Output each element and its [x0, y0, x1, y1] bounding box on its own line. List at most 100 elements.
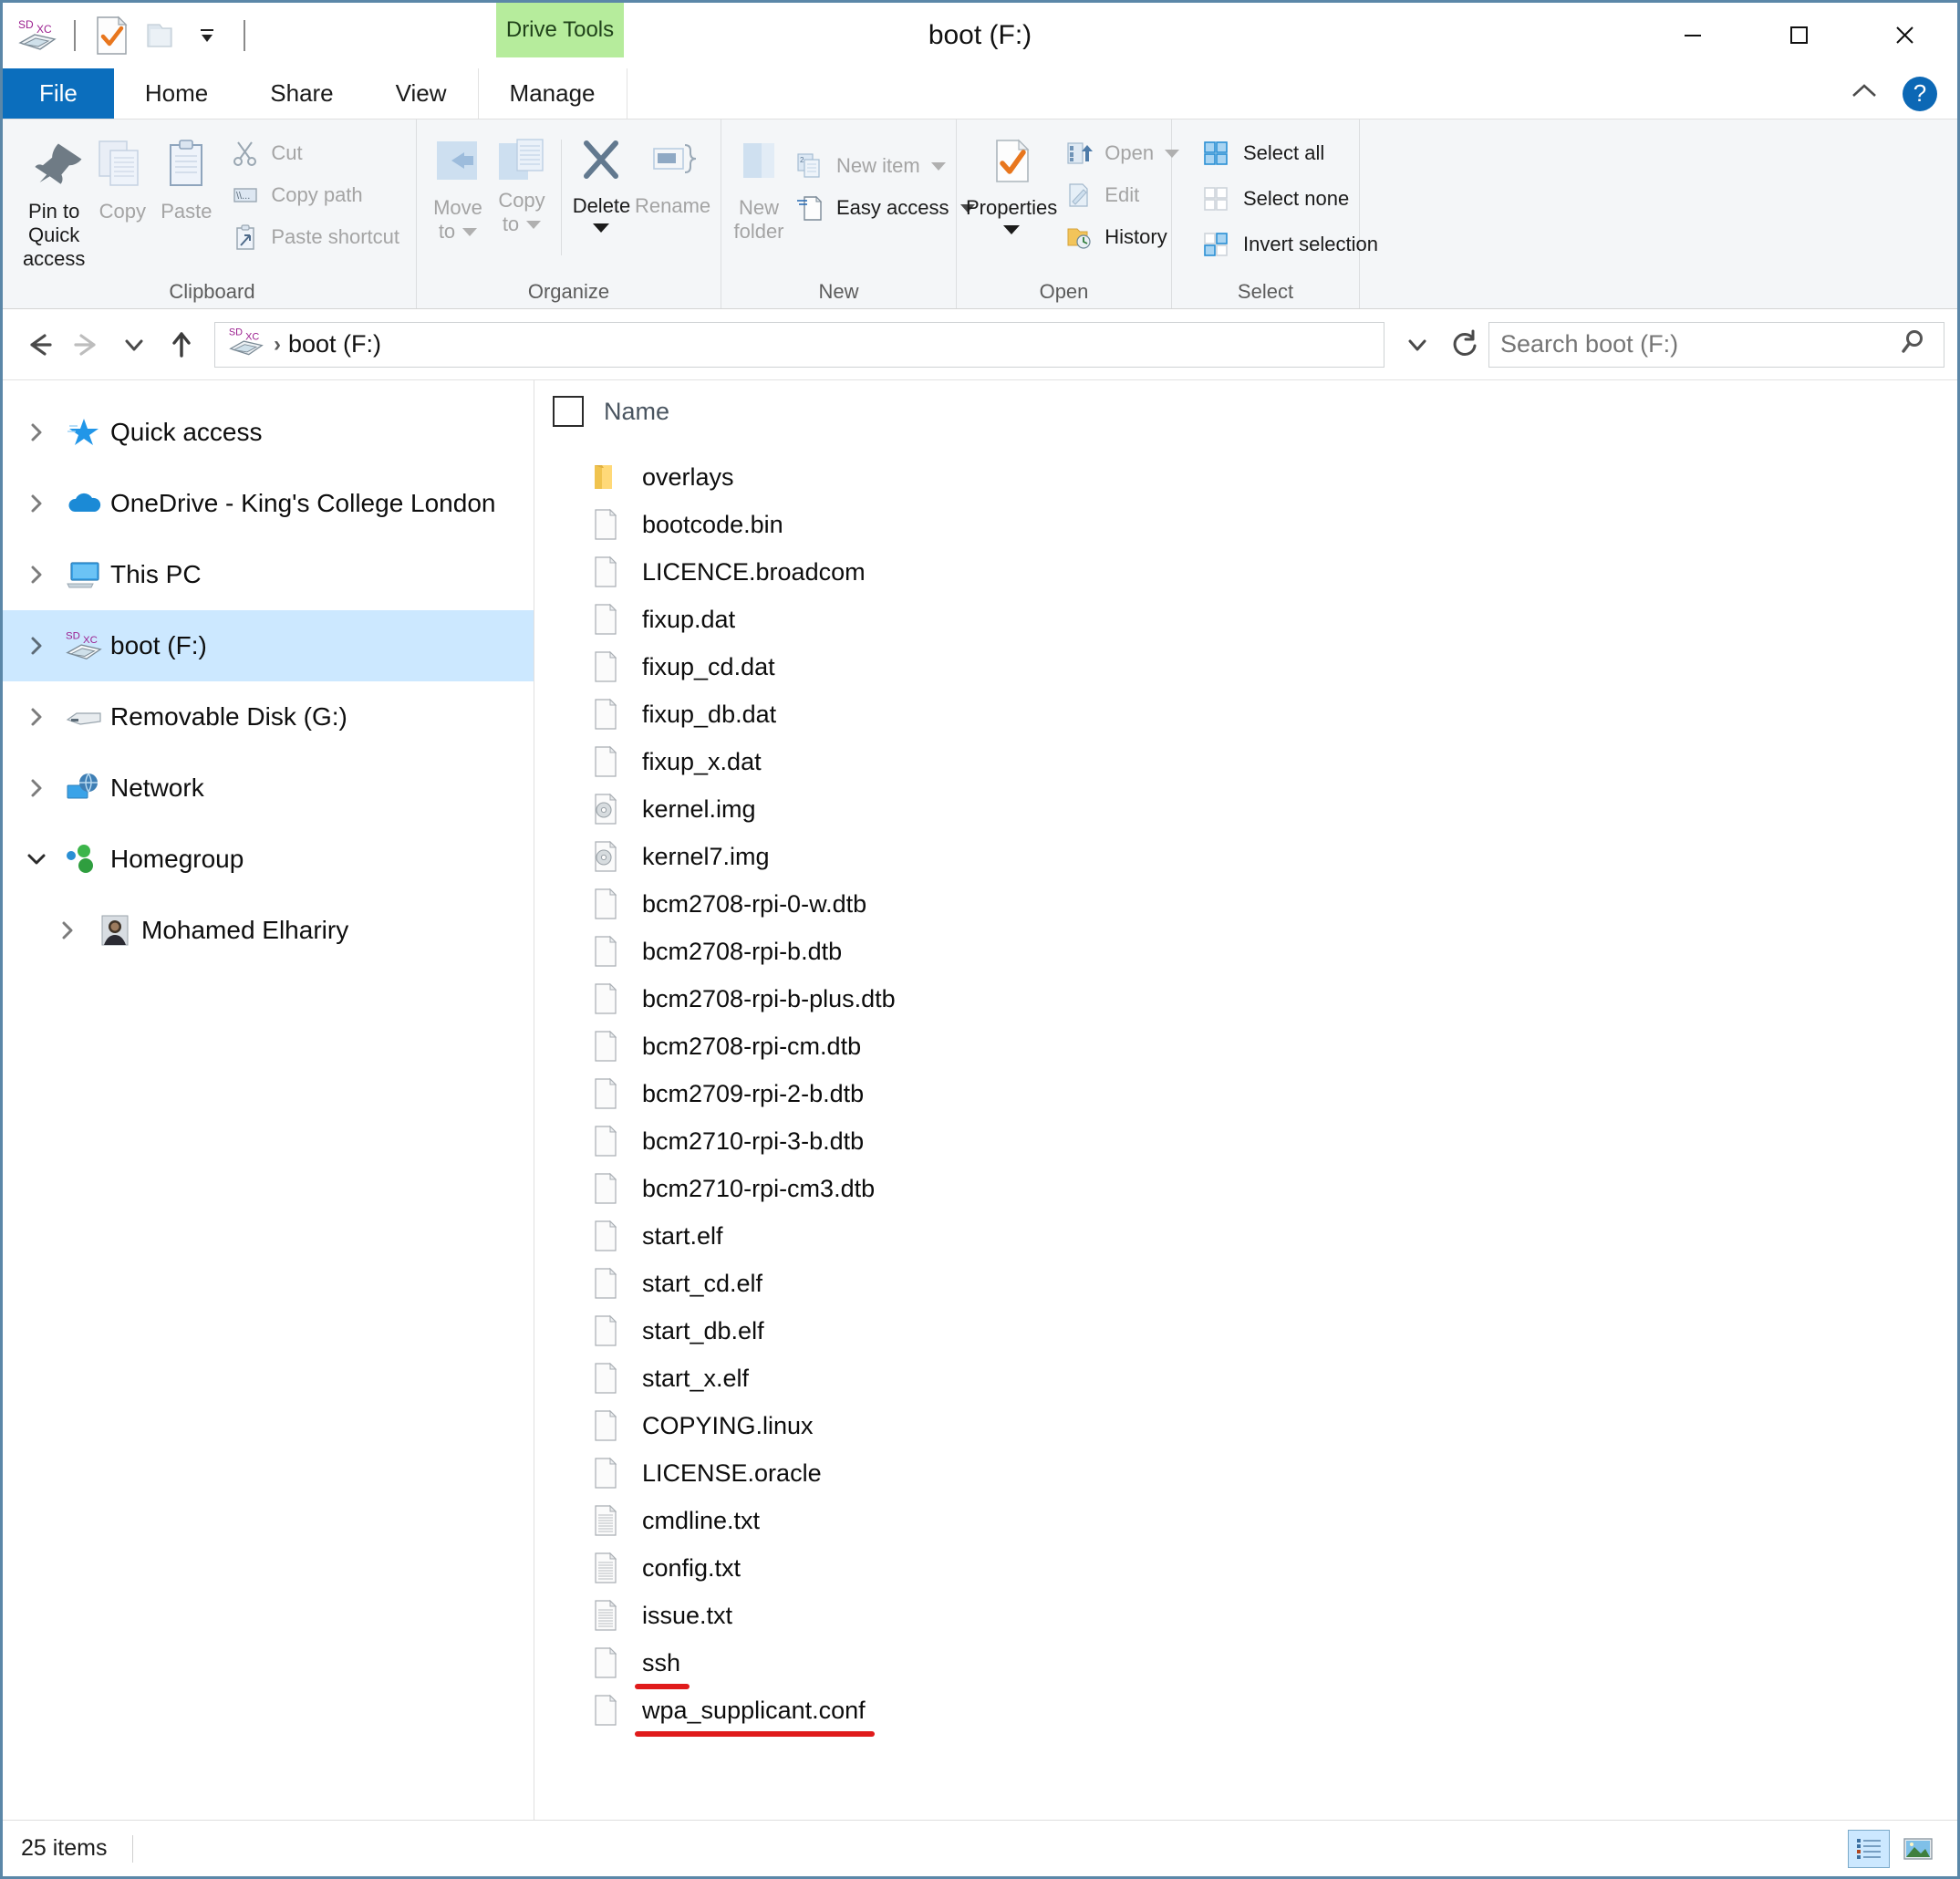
history-button[interactable]: History: [1057, 218, 1187, 256]
sidebar-item-onedrive[interactable]: OneDrive - King's College London: [3, 468, 534, 539]
file-list-item[interactable]: fixup_x.dat: [534, 738, 1957, 785]
customize-icon[interactable]: [183, 12, 231, 59]
column-header-name[interactable]: Name: [604, 398, 669, 426]
copy-to-button[interactable]: Copy to: [490, 130, 554, 236]
large-icons-view-button[interactable]: [1897, 1830, 1939, 1868]
close-button[interactable]: [1851, 3, 1957, 67]
select-all-button[interactable]: Select all: [1194, 134, 1385, 172]
paste-shortcut-button[interactable]: Paste shortcut: [223, 218, 407, 256]
help-icon[interactable]: ?: [1903, 76, 1937, 111]
select-all-checkbox[interactable]: [553, 396, 584, 427]
tab-manage[interactable]: Manage: [477, 68, 627, 119]
tab-file[interactable]: File: [3, 68, 114, 119]
up-button[interactable]: [158, 321, 205, 369]
paste-button[interactable]: Paste: [154, 130, 218, 223]
minimize-button[interactable]: [1640, 3, 1746, 67]
breadcrumb[interactable]: SD XC › boot (F:): [214, 321, 1384, 368]
chevron-right-icon[interactable]: [16, 705, 57, 729]
sdxc-drive-icon[interactable]: SD XC: [14, 12, 61, 59]
chevron-right-icon[interactable]: [47, 919, 88, 942]
file-list[interactable]: overlays bootcode.bin LICENCE.broadcom fixu…: [534, 442, 1957, 1820]
sidebar-item-removable-disk[interactable]: Removable Disk (G:): [3, 681, 534, 753]
file-list-item[interactable]: config.txt: [534, 1544, 1957, 1592]
file-list-item[interactable]: bcm2709-rpi-2-b.dtb: [534, 1070, 1957, 1117]
chevron-right-icon[interactable]: [16, 563, 57, 587]
move-to-button[interactable]: Move to: [426, 130, 490, 244]
file-list-item[interactable]: issue.txt: [534, 1592, 1957, 1639]
file-list-item[interactable]: cmdline.txt: [534, 1497, 1957, 1544]
delete-chevron-down-icon[interactable]: [593, 223, 610, 233]
sidebar-item-homegroup[interactable]: Homegroup: [3, 824, 534, 895]
properties-icon[interactable]: [88, 12, 136, 59]
file-list-item[interactable]: fixup_cd.dat: [534, 643, 1957, 690]
file-list-item[interactable]: ssh: [534, 1639, 1957, 1689]
file-list-item[interactable]: overlays: [534, 453, 1957, 501]
easy-access-button[interactable]: Easy access: [787, 189, 982, 227]
copy-path-button[interactable]: \\... Copy path: [223, 176, 407, 214]
file-list-item[interactable]: fixup.dat: [534, 596, 1957, 643]
pin-to-quick-access-button[interactable]: Pin to Quick access: [17, 130, 90, 271]
file-list-item[interactable]: LICENCE.broadcom: [534, 548, 1957, 596]
open-button[interactable]: Open: [1057, 134, 1187, 172]
delete-button[interactable]: Delete: [569, 130, 634, 233]
sidebar-item-quick-access[interactable]: Quick access: [3, 397, 534, 468]
file-list-item[interactable]: COPYING.linux: [534, 1402, 1957, 1449]
new-folder-button[interactable]: New folder: [731, 130, 787, 244]
file-list-item[interactable]: bcm2708-rpi-b.dtb: [534, 928, 1957, 975]
file-list-item[interactable]: wpa_supplicant.conf: [534, 1687, 1957, 1737]
file-list-item[interactable]: LICENSE.oracle: [534, 1449, 1957, 1497]
sidebar-item-boot-drive[interactable]: SD XC boot (F:): [3, 610, 534, 681]
edit-button[interactable]: Edit: [1057, 176, 1187, 214]
properties-chevron-down-icon[interactable]: [1003, 225, 1021, 234]
file-list-item[interactable]: start.elf: [534, 1212, 1957, 1260]
file-list-item[interactable]: fixup_db.dat: [534, 690, 1957, 738]
rename-button[interactable]: Rename: [634, 130, 711, 218]
file-list-item[interactable]: start_x.elf: [534, 1355, 1957, 1402]
sidebar-item-this-pc[interactable]: This PC: [3, 539, 534, 610]
chevron-right-icon[interactable]: [16, 420, 57, 444]
breadcrumb-item-boot[interactable]: boot (F:): [288, 330, 381, 358]
search-icon[interactable]: [1900, 326, 1933, 363]
search-input[interactable]: [1500, 330, 1900, 358]
new-folder-icon[interactable]: [136, 12, 183, 59]
file-list-item[interactable]: bcm2708-rpi-0-w.dtb: [534, 880, 1957, 928]
forward-button[interactable]: [63, 321, 110, 369]
new-item-button[interactable]: 2 New item: [787, 147, 982, 185]
file-list-item[interactable]: bcm2710-rpi-3-b.dtb: [534, 1117, 1957, 1165]
invert-selection-button[interactable]: Invert selection: [1194, 225, 1385, 264]
refresh-icon[interactable]: [1441, 321, 1488, 369]
previous-locations-chevron-down-icon[interactable]: [1394, 321, 1441, 369]
cut-button[interactable]: Cut: [223, 134, 407, 172]
file-list-item[interactable]: kernel7.img: [534, 833, 1957, 880]
file-list-item[interactable]: kernel.img: [534, 785, 1957, 833]
sidebar-item-network[interactable]: Network: [3, 753, 534, 824]
tab-home[interactable]: Home: [113, 68, 240, 119]
chevron-right-icon[interactable]: [16, 776, 57, 800]
maximize-button[interactable]: [1746, 3, 1851, 67]
details-view-button[interactable]: [1848, 1829, 1890, 1868]
file-list-item[interactable]: bootcode.bin: [534, 501, 1957, 548]
sidebar-item-mohamed-elhariry[interactable]: Mohamed Elhariry: [3, 895, 534, 966]
move-to-chevron-down-icon[interactable]: [462, 227, 478, 236]
search-box[interactable]: [1488, 321, 1944, 368]
recent-locations-chevron-down-icon[interactable]: [110, 321, 158, 369]
tab-share[interactable]: Share: [239, 68, 364, 119]
breadcrumb-separator[interactable]: ›: [274, 332, 281, 358]
collapse-ribbon-icon[interactable]: [1846, 78, 1882, 109]
select-all-button-label: Select all: [1243, 141, 1325, 164]
file-list-item[interactable]: bcm2710-rpi-cm3.dtb: [534, 1165, 1957, 1212]
back-button[interactable]: [16, 321, 63, 369]
tab-view[interactable]: View: [365, 68, 478, 119]
properties-button[interactable]: Properties: [966, 130, 1057, 234]
file-list-item[interactable]: bcm2708-rpi-cm.dtb: [534, 1023, 1957, 1070]
new-item-chevron-down-icon[interactable]: [930, 161, 946, 171]
copy-to-chevron-down-icon[interactable]: [526, 220, 542, 229]
file-list-item[interactable]: start_db.elf: [534, 1307, 1957, 1355]
chevron-down-icon[interactable]: [16, 847, 57, 871]
file-list-item[interactable]: bcm2708-rpi-b-plus.dtb: [534, 975, 1957, 1023]
file-list-item[interactable]: start_cd.elf: [534, 1260, 1957, 1307]
select-none-button[interactable]: Select none: [1194, 180, 1385, 218]
chevron-right-icon[interactable]: [16, 634, 57, 658]
chevron-right-icon[interactable]: [16, 492, 57, 515]
copy-button[interactable]: Copy: [90, 130, 154, 223]
